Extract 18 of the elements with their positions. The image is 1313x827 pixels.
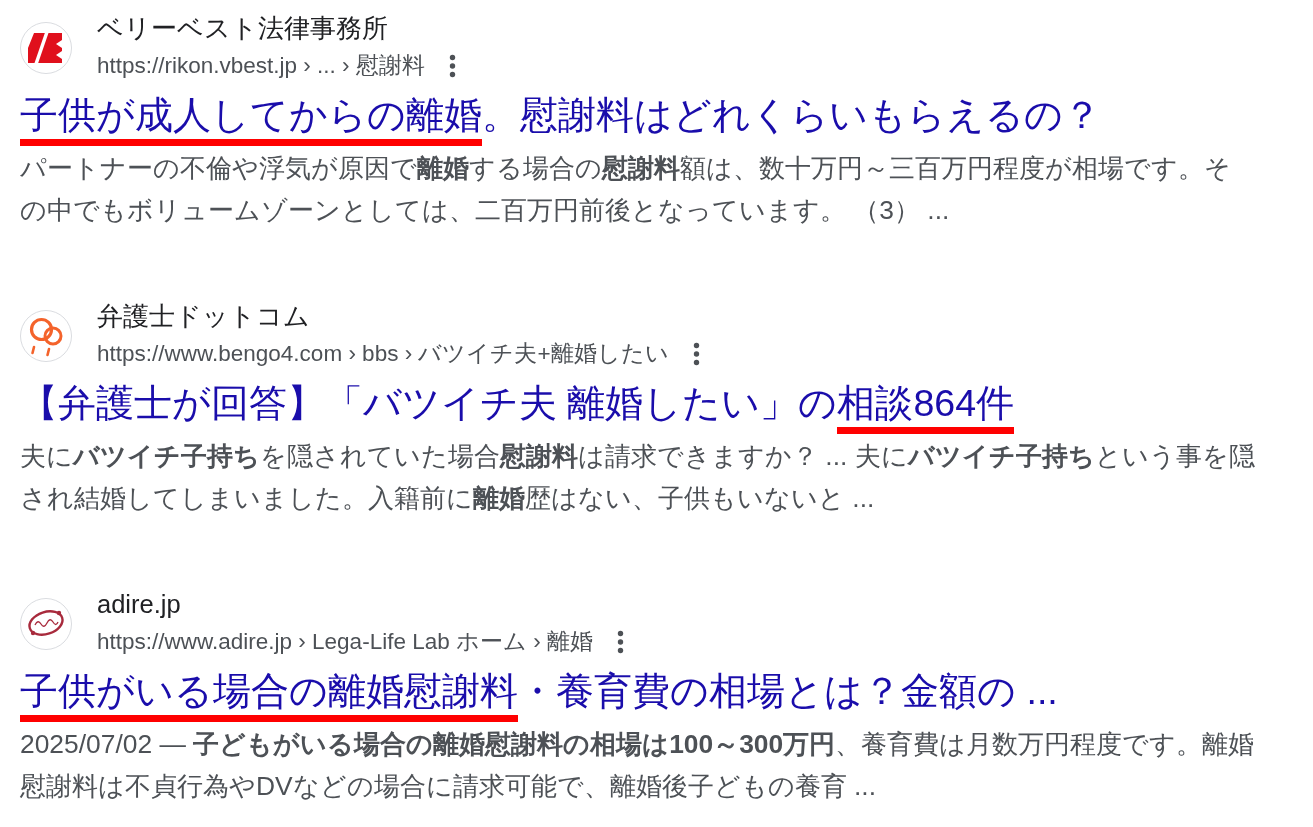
letter-logo-icon [20,21,72,74]
rings-logo-icon [20,309,72,362]
result-snippet: 夫にバツイチ子持ちを隠されていた場合慰謝料は請求できますか？ ... 夫にバツイチ子持ちという事を隠され結婚してしまいました。入籍前に離婚歴はない、子供もいないと ... [20,440,1256,515]
result-title-link[interactable]: 子供がいる場合の離婚慰謝料・養育費の相場とは？金額の ... [20,667,1058,715]
result-snippet: 2025/07/02 — 子どもがいる場合の離婚慰謝料の相場は100～300万円、養育費は月数万円程度です。離婚慰謝料は不貞行為やDVなどの場合に請求可能で、離婚後子どもの養育 ... [20,728,1256,803]
more-options-icon[interactable] [692,341,700,366]
result-title-link[interactable]: 【弁護士が回答】「バツイチ夫 離婚したい」の相談864件 [20,379,1015,427]
result-url: https://www.bengo4.com › bbs › バツイチ夫+離婚したい [97,340,669,368]
result-url: https://www.adire.jp › Lega-Life Lab ホーム › 離婚 [97,628,593,656]
site-name: 弁護士ドットコム [97,301,310,332]
result-title-link[interactable]: 子供が成人してからの離婚。慰謝料はどれくらいもらえるの？ [20,91,1101,139]
ring-logo-icon [20,597,72,650]
more-options-icon[interactable] [448,53,456,78]
result-snippet: パートナーの不倫や浮気が原因で離婚する場合の慰謝料額は、数十万円～三百万円程度が相場です。その中でもボリュームゾーンとしては、二百万円前後となっています。 （3） ... [20,152,1232,227]
site-name: adire.jp [97,589,181,620]
site-name: ベリーベスト法律事務所 [97,13,388,44]
result-url: https://rikon.vbest.jp › ... › 慰謝料 [97,52,425,80]
more-options-icon[interactable] [616,629,624,654]
